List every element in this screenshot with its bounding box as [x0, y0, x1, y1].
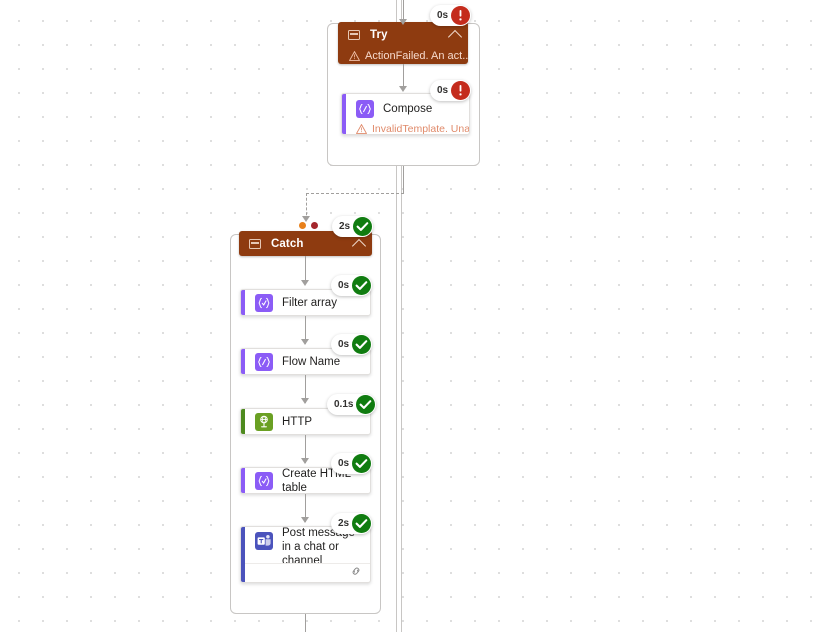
- success-icon: [352, 276, 372, 295]
- try-scope-error-text: ActionFailed. An act...: [365, 50, 468, 62]
- compose-error-text: InvalidTemplate. Unable to ...: [372, 123, 470, 135]
- arrowhead-into-try: [398, 19, 407, 25]
- action-card-post-message-teams[interactable]: Post message in a chat or channel: [240, 526, 371, 583]
- runafter-connector-horizontal: [306, 193, 404, 194]
- scope-icon: [249, 239, 261, 249]
- flow-name-status-pill[interactable]: 0s: [331, 334, 373, 355]
- action-accent-bar: [241, 290, 245, 315]
- compose-icon: [356, 100, 374, 118]
- arrowhead-http-to-htmltable: [300, 458, 309, 464]
- success-icon: [352, 514, 372, 533]
- connector-try-out: [402, 166, 404, 194]
- catch-status-duration: 2s: [339, 221, 351, 232]
- try-status-duration: 0s: [437, 10, 449, 21]
- arrowhead-filter-to-flowname: [300, 339, 309, 345]
- flow-name-label: Flow Name: [282, 355, 341, 368]
- filter-array-status-duration: 0s: [338, 280, 350, 291]
- try-status-pill[interactable]: 0s: [430, 5, 472, 26]
- chevron-up-icon[interactable]: [447, 29, 463, 44]
- run-after-dot-red[interactable]: [311, 222, 318, 229]
- compose-label: Compose: [383, 103, 433, 115]
- http-status-pill[interactable]: 0.1s: [327, 394, 377, 415]
- filter-array-icon: [255, 293, 273, 312]
- error-icon: [451, 6, 471, 25]
- catch-scope-title: Catch: [271, 238, 304, 250]
- success-icon: [352, 335, 372, 354]
- action-accent-bar: [241, 468, 245, 493]
- chevron-up-icon[interactable]: [351, 238, 367, 253]
- run-after-dot-orange[interactable]: [299, 222, 306, 229]
- http-icon: [255, 412, 273, 431]
- compose-status-duration: 0s: [437, 85, 449, 96]
- create-html-table-status-pill[interactable]: 0s: [331, 453, 373, 474]
- catch-status-pill[interactable]: 2s: [332, 216, 374, 237]
- arrowhead-flowname-to-http: [300, 398, 309, 404]
- action-accent-bar: [241, 409, 245, 434]
- post-message-teams-footer: [245, 563, 370, 582]
- success-icon: [353, 217, 373, 236]
- compose-error: InvalidTemplate. Unable to ...: [342, 121, 470, 135]
- success-icon: [352, 454, 372, 473]
- warning-icon: [356, 124, 367, 134]
- http-status-duration: 0.1s: [334, 399, 354, 410]
- arrowhead-try-to-compose: [398, 86, 407, 92]
- arrowhead-catch-to-filter: [300, 280, 309, 286]
- error-icon: [451, 81, 471, 100]
- try-scope-header[interactable]: Try ActionFailed. An act...: [338, 22, 468, 64]
- action-accent-bar: [342, 94, 346, 134]
- flow-designer-canvas[interactable]: Try ActionFailed. An act... 0s Compose I…: [0, 0, 828, 632]
- create-html-table-icon: [255, 471, 273, 490]
- warning-icon: [349, 51, 360, 61]
- connector-catch-out: [304, 614, 306, 632]
- filter-array-label: Filter array: [282, 296, 337, 309]
- action-accent-bar: [241, 349, 245, 374]
- arrowhead-htmltable-to-teams: [300, 517, 309, 523]
- try-scope-error: ActionFailed. An act...: [338, 48, 468, 64]
- compose-status-pill[interactable]: 0s: [430, 80, 472, 101]
- flow-name-status-duration: 0s: [338, 339, 350, 350]
- filter-array-status-pill[interactable]: 0s: [331, 275, 373, 296]
- try-scope-title: Try: [370, 29, 388, 41]
- post-message-teams-status-duration: 2s: [338, 518, 350, 529]
- create-html-table-status-duration: 0s: [338, 458, 350, 469]
- post-message-teams-status-pill[interactable]: 2s: [331, 513, 373, 534]
- copy-link-icon[interactable]: [350, 564, 362, 582]
- microsoft-teams-icon: [255, 532, 273, 550]
- scope-icon: [348, 30, 360, 40]
- success-icon: [356, 395, 376, 414]
- http-label: HTTP: [282, 415, 313, 428]
- compose-icon: [255, 352, 273, 371]
